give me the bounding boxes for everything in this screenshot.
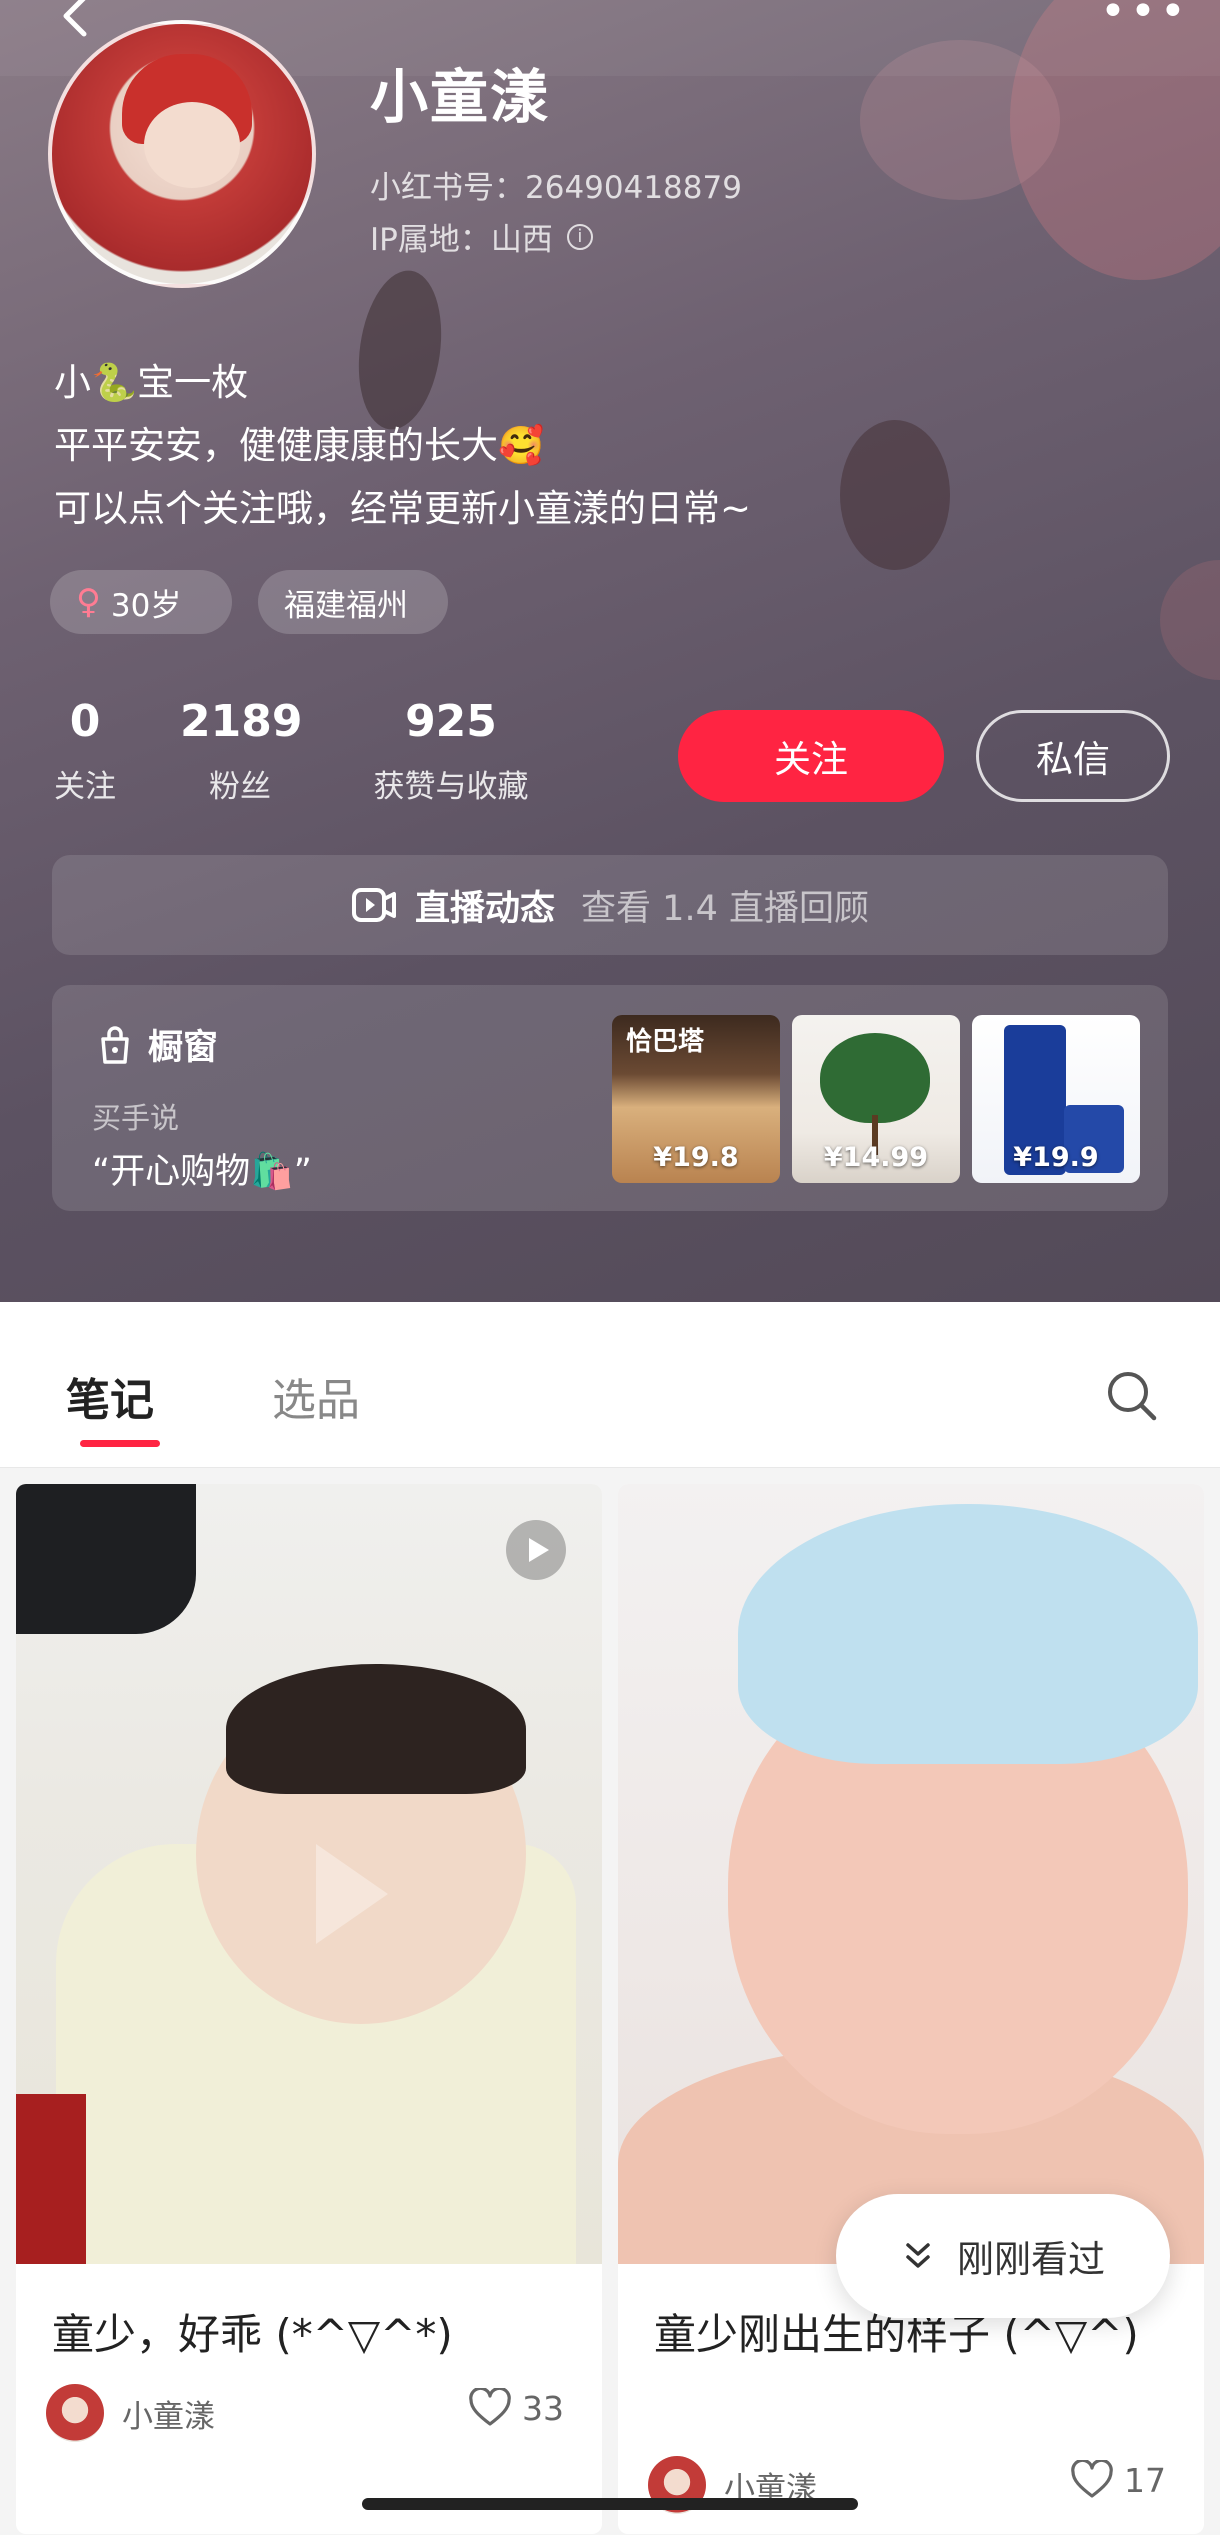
- product-price: ¥19.8: [653, 1142, 739, 1173]
- more-options-icon[interactable]: •••: [1100, 0, 1190, 37]
- info-icon[interactable]: i: [566, 223, 593, 250]
- fans-stat[interactable]: 2189 粉丝: [180, 696, 303, 806]
- fans-label: 粉丝: [209, 769, 271, 805]
- author-avatar: [46, 2384, 104, 2442]
- double-chevron-down-icon: [906, 2243, 930, 2268]
- nickname: 小童漾: [370, 63, 551, 131]
- age-text: 30岁: [110, 587, 182, 624]
- heart-icon: [469, 2388, 511, 2426]
- shop-quote: “开心购物🛍️”: [92, 1152, 312, 1192]
- like-button[interactable]: 17: [1070, 2460, 1166, 2500]
- content-tabs: 笔记 选品: [0, 1302, 1220, 1468]
- bio-line: 平平安安，健健康康的长大🥰: [54, 424, 545, 467]
- recently-viewed-button[interactable]: 刚刚看过: [836, 2194, 1170, 2318]
- background-decoration: [840, 420, 950, 570]
- search-icon[interactable]: [1104, 1368, 1160, 1424]
- background-decoration: [349, 265, 451, 435]
- product-thumbnail[interactable]: 恰巴塔 ¥19.8: [612, 1015, 780, 1183]
- product-price: ¥14.99: [823, 1142, 929, 1173]
- video-badge-icon: [506, 1520, 566, 1580]
- photo-detail: [226, 1664, 526, 1794]
- live-subtitle: 查看 1.4 直播回顾: [581, 888, 869, 929]
- photo-detail: [738, 1504, 1198, 1764]
- user-id: 小红书号：26490418879: [370, 170, 742, 206]
- location-tag: 福建福州: [258, 570, 448, 634]
- bio-line: 小🐍宝一枚: [54, 361, 249, 404]
- plant-image: [820, 1033, 930, 1123]
- note-cover-image[interactable]: [16, 1484, 602, 2264]
- ip-location: IP属地：山西 i: [370, 214, 593, 259]
- message-button[interactable]: 私信: [976, 710, 1170, 802]
- live-title: 直播动态: [415, 888, 556, 929]
- avatar-face: [144, 102, 240, 188]
- photo-detail: [16, 1484, 196, 1634]
- back-arrow-icon[interactable]: [54, 0, 100, 40]
- fans-count: 2189: [180, 696, 303, 747]
- like-count: 17: [1124, 2460, 1166, 2500]
- active-tab-indicator: [80, 1440, 160, 1447]
- tab-picks-label: 选品: [272, 1375, 360, 1426]
- product-thumbnail[interactable]: ¥14.99: [792, 1015, 960, 1183]
- note-card[interactable]: 童少刚出生的样子 (^▽^) 小童漾 17: [618, 1484, 1204, 2534]
- heart-icon: [1071, 2460, 1113, 2498]
- note-card[interactable]: 童少，好乖 (*^▽^*) 小童漾 33: [16, 1484, 602, 2534]
- likes-stat[interactable]: 925 获赞与收藏: [356, 696, 546, 806]
- bio-line: 可以点个关注哦，经常更新小童漾的日常~: [54, 487, 752, 530]
- female-icon: ♀: [76, 582, 101, 622]
- tab-notes[interactable]: 笔记: [66, 1364, 160, 1447]
- live-video-icon: [352, 888, 397, 922]
- product-thumbnail[interactable]: ¥19.9: [972, 1015, 1140, 1183]
- product-price: ¥19.9: [1013, 1142, 1099, 1173]
- shop-subtitle: 买手说: [92, 1101, 180, 1135]
- like-button[interactable]: 33: [468, 2388, 564, 2428]
- age-tag: ♀ 30岁: [50, 570, 232, 634]
- avatar[interactable]: [48, 20, 316, 288]
- note-title[interactable]: 童少，好乖 (*^▽^*): [52, 2306, 582, 2364]
- note-author[interactable]: 小童漾: [46, 2384, 215, 2442]
- likes-label: 获赞与收藏: [373, 769, 529, 805]
- background-decoration: [1160, 560, 1220, 680]
- author-name: 小童漾: [122, 2398, 215, 2435]
- ip-location-text: IP属地：山西: [370, 222, 553, 258]
- shopping-bag-icon: [101, 1025, 129, 1064]
- like-count: 33: [522, 2388, 564, 2428]
- profile-header: ••• 小童漾 小红书号：26490418879 IP属地：山西 i 小🐍宝一枚…: [0, 0, 1220, 1302]
- play-icon[interactable]: [306, 1844, 396, 1944]
- follow-button[interactable]: 关注: [678, 710, 944, 802]
- following-stat[interactable]: 0 关注: [40, 696, 130, 806]
- photo-detail: [16, 2094, 86, 2264]
- tab-picks[interactable]: 选品: [272, 1364, 360, 1428]
- shop-window-card[interactable]: 橱窗 买手说 “开心购物🛍️” 恰巴塔 ¥19.8 ¥14.99 ¥19.9: [52, 985, 1168, 1211]
- shop-title-row: 橱窗: [98, 1019, 218, 1070]
- live-card[interactable]: 直播动态 查看 1.4 直播回顾: [52, 855, 1168, 955]
- note-cover-image[interactable]: [618, 1484, 1204, 2264]
- home-indicator[interactable]: [362, 2498, 858, 2510]
- shop-title: 橱窗: [148, 1028, 219, 1068]
- following-label: 关注: [54, 769, 116, 805]
- product-brand: 恰巴塔: [626, 1027, 705, 1057]
- following-count: 0: [69, 696, 101, 747]
- location-text: 福建福州: [284, 587, 408, 624]
- tab-notes-label: 笔记: [66, 1375, 154, 1426]
- recently-viewed-label: 刚刚看过: [957, 2238, 1105, 2281]
- likes-count: 925: [405, 696, 497, 747]
